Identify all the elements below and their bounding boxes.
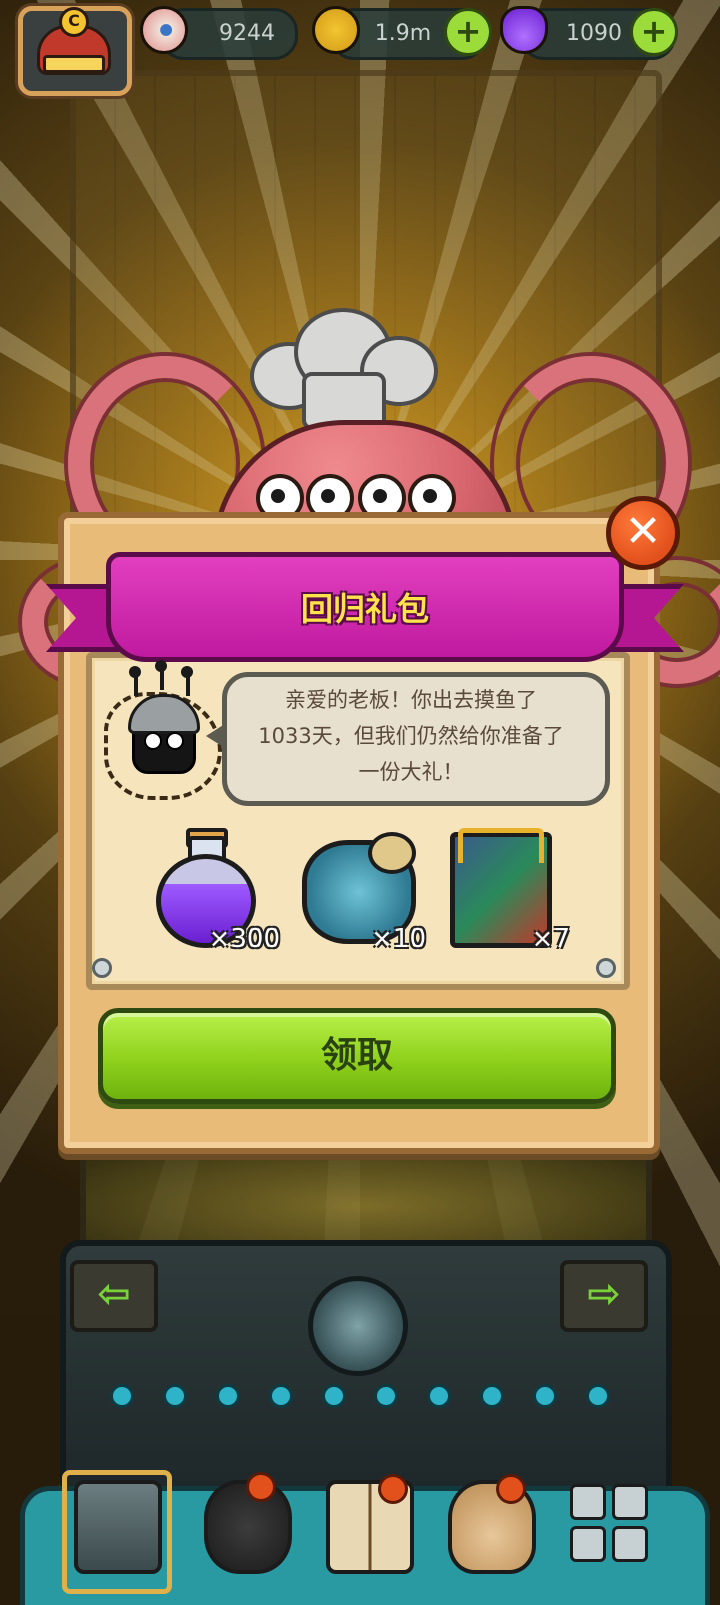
coin-icon (312, 6, 360, 54)
nav-more[interactable] (560, 1470, 656, 1580)
claim-button[interactable]: 领取 (98, 1008, 616, 1104)
potion-count: 1090 (566, 21, 622, 46)
left-arrow-icon[interactable]: ⇦ (70, 1260, 158, 1332)
top-bar: C 9244 1.9m + 1090 + (0, 0, 720, 96)
notification-dot (496, 1474, 526, 1504)
profile-badge[interactable]: C (18, 6, 132, 96)
add-coin-button[interactable]: + (444, 8, 492, 56)
nav-book[interactable] (318, 1470, 414, 1580)
speech-message: 亲爱的老板！你出去摸鱼了 1033天，但我们仍然给你准备了 一份大礼！ (258, 688, 564, 784)
close-button[interactable]: ✕ (606, 496, 680, 570)
nav-bag[interactable] (440, 1470, 536, 1580)
eyeball-count: 9244 (219, 21, 275, 46)
eyeball-icon (140, 6, 188, 54)
nav-monsters[interactable] (196, 1470, 292, 1580)
reward-count: ×7 (531, 924, 570, 954)
reward-potion: ×300 (150, 828, 280, 954)
machine-lights (110, 1384, 610, 1408)
coin-count: 1.9m (374, 21, 432, 46)
dialog-title: 回归礼包 (300, 590, 429, 628)
mascot-avatar (104, 660, 222, 800)
grid-menu-icon (570, 1484, 648, 1562)
right-arrow-icon[interactable]: ⇨ (560, 1260, 648, 1332)
add-potion-button[interactable]: + (630, 8, 678, 56)
machine-core (308, 1276, 408, 1376)
reward-scroll: ×10 (296, 828, 426, 954)
claim-button-label: 领取 (320, 1035, 393, 1076)
reward-count: ×10 (371, 924, 426, 954)
notification-dot (378, 1474, 408, 1504)
reward-book: ×7 (440, 828, 570, 954)
chef-hat (250, 302, 438, 430)
reward-count: ×300 (208, 924, 280, 954)
potion-icon (500, 6, 548, 54)
nav-shop[interactable] (62, 1470, 172, 1594)
shop-building-icon (74, 1480, 162, 1574)
logo-letter: C (59, 7, 89, 37)
notification-dot (246, 1472, 276, 1502)
